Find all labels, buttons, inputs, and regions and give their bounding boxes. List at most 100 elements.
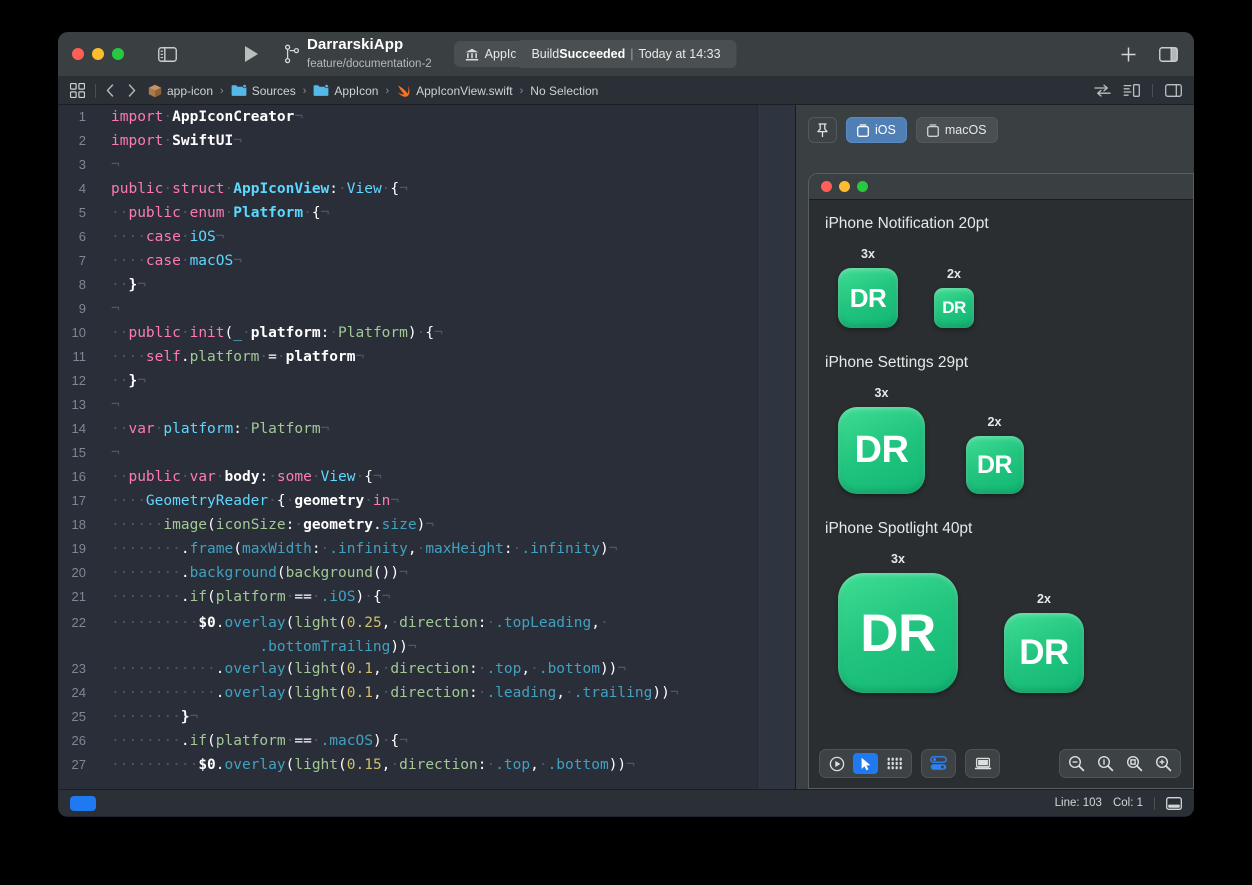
preview-tab-ios[interactable]: iOS [846,117,907,143]
line-number: 9 [78,301,86,316]
code-line[interactable]: 15 ¬ [58,441,795,465]
code-line[interactable]: 8 ··}¬ [58,273,795,297]
preview-tab-macos[interactable]: macOS [915,117,998,143]
preview-close-button[interactable] [821,181,832,192]
app-icon-preview[interactable]: DR [838,268,898,328]
device-settings-icon[interactable] [926,753,951,774]
zoom-in-icon[interactable] [1151,753,1176,774]
line-content: ··········$0.overlay(light(0.25,·directi… [111,615,609,655]
breadcrumb-item-sources[interactable]: Sources [231,84,296,98]
preview-mode-group [819,749,912,778]
code-line[interactable]: 12 ··}¬ [58,369,795,393]
code-line[interactable]: 26 ········.if(platform·==·.macOS)·{¬ [58,729,795,753]
app-icon-preview[interactable]: DR [838,407,925,494]
code-line[interactable]: 6 ····case·iOS¬ [58,225,795,249]
source-editor[interactable]: 1 import·AppIconCreator¬ 2 import·SwiftUI¬ 3… [58,105,795,789]
zoom-out-icon[interactable] [1064,753,1089,774]
code-line[interactable]: 10 ··public·init(_·platform:·Platform)·{¬ [58,321,795,345]
code-line[interactable]: 4 public·struct·AppIconView:·View·{¬ [58,177,795,201]
selectable-cursor-icon[interactable] [853,753,878,774]
variants-grid-icon[interactable] [882,753,907,774]
bottom-panel-icon[interactable] [1166,796,1182,810]
close-button[interactable] [72,48,84,60]
zoom-actual-size-icon[interactable] [1093,753,1118,774]
minimap-icon[interactable] [1123,84,1140,97]
chevron-right-icon[interactable] [128,84,136,97]
code-line[interactable]: 22 ··········$0.overlay(light(0.25,·direc… [58,609,795,657]
preview-icon-row: 3x DR 2x DR [825,552,1193,693]
zoom-button[interactable] [112,48,124,60]
line-content: ¬ [111,445,120,461]
traffic-lights [58,48,124,60]
zoom-controls-group [1059,749,1181,778]
breadcrumb-item-selection[interactable]: No Selection [530,84,598,98]
preview-group-title: iPhone Spotlight 40pt [825,520,973,537]
code-line[interactable]: 9 ¬ [58,297,795,321]
scale-label: 3x [891,552,905,566]
app-icon-preview[interactable]: DR [838,573,958,693]
preview-icon-cell[interactable]: 3x DR [825,386,938,494]
code-line[interactable]: 20 ········.background(background())¬ [58,561,795,585]
line-content: ········.if(platform·==·.macOS)·{¬ [111,733,408,749]
preview-icon-cell[interactable]: 2x DR [971,592,1117,693]
right-sidebar-icon[interactable] [1159,46,1178,62]
preview-icon-cell[interactable]: 2x DR [938,415,1051,494]
app-icon-preview[interactable]: DR [965,436,1024,494]
code-line[interactable]: 18 ······image(iconSize:·geometry.size)¬ [58,513,795,537]
zoom-to-fit-icon[interactable] [1122,753,1147,774]
preview-content[interactable]: iPhone Notification 20pt 3x DR 2x DR iPhone S… [809,201,1193,788]
preview-icon-cell[interactable]: 3x DR [825,247,911,328]
jumpbar-right-controls [1094,84,1182,97]
code-line[interactable]: 7 ····case·macOS¬ [58,249,795,273]
breadcrumb-item-app-icon[interactable]: app-icon [148,84,213,98]
code-line[interactable]: 21 ········.if(platform·==·.iOS)·{¬ [58,585,795,609]
code-line[interactable]: 24 ············.overlay(light(0.1,·direct… [58,681,795,705]
minimize-button[interactable] [92,48,104,60]
app-icon-preview[interactable]: DR [1004,613,1084,693]
right-panel-icon[interactable] [1165,84,1182,97]
code-line[interactable]: 3 ¬ [58,153,795,177]
scheme-selector[interactable]: DarrarskiApp feature/documentation-2 [285,36,432,73]
code-line[interactable]: 17 ····GeometryReader·{·geometry·in¬ [58,489,795,513]
activity-status[interactable]: Build Succeeded | Today at 14:33 [515,40,737,68]
code-line[interactable]: 27 ··········$0.overlay(light(0.15,·direc… [58,753,795,777]
line-number: 2 [78,133,86,148]
code-line[interactable]: 5 ··public·enum·Platform·{¬ [58,201,795,225]
pin-icon[interactable] [808,117,837,143]
play-live-preview-icon[interactable] [824,753,849,774]
preview-bottom-controls [819,749,1181,778]
code-line[interactable]: 16 ··public·var·body:·some·View·{¬ [58,465,795,489]
chevron-left-icon[interactable] [106,84,114,97]
laptop-icon[interactable] [970,753,995,774]
preview-icon-cell[interactable]: 3x DR [825,552,971,693]
editor-minimap[interactable] [757,105,795,789]
app-icon-preview[interactable]: DR [934,288,974,328]
preview-minimize-button[interactable] [839,181,850,192]
plus-icon[interactable] [1120,46,1137,63]
preview-canvas[interactable]: iPhone Notification 20pt 3x DR 2x DR iPhone S… [808,173,1194,789]
status-divider: | [630,47,634,61]
preview-zoom-button[interactable] [857,181,868,192]
scale-label: 2x [1037,592,1051,606]
scale-label: 3x [861,247,875,261]
play-icon[interactable] [243,45,259,63]
filter-badge[interactable] [70,795,96,811]
code-line[interactable]: 14 ··var·platform:·Platform¬ [58,417,795,441]
breadcrumb-item-appicon[interactable]: AppIcon [313,84,378,98]
related-items-grid-icon[interactable] [70,83,85,98]
compare-versions-icon[interactable] [1094,84,1111,97]
code-line[interactable]: 13 ¬ [58,393,795,417]
code-line[interactable]: 1 import·AppIconCreator¬ [58,105,795,129]
code-line[interactable]: 19 ········.frame(maxWidth:·.infinity,·ma… [58,537,795,561]
preview-icon-cell[interactable]: 2x DR [911,267,997,328]
code-line[interactable]: 25 ········}¬ [58,705,795,729]
code-lines[interactable]: 1 import·AppIconCreator¬ 2 import·SwiftUI¬ 3… [58,105,795,789]
code-line[interactable]: 2 import·SwiftUI¬ [58,129,795,153]
breadcrumb-item-file[interactable]: AppIconView.swift [396,84,513,98]
scale-label: 2x [987,415,1002,429]
breadcrumb-separator: › [519,84,524,97]
code-line[interactable]: 11 ····self.platform·=·platform¬ [58,345,795,369]
left-sidebar-icon[interactable] [158,46,177,62]
line-content: ¬ [111,397,120,413]
code-line[interactable]: 23 ············.overlay(light(0.1,·direct… [58,657,795,681]
